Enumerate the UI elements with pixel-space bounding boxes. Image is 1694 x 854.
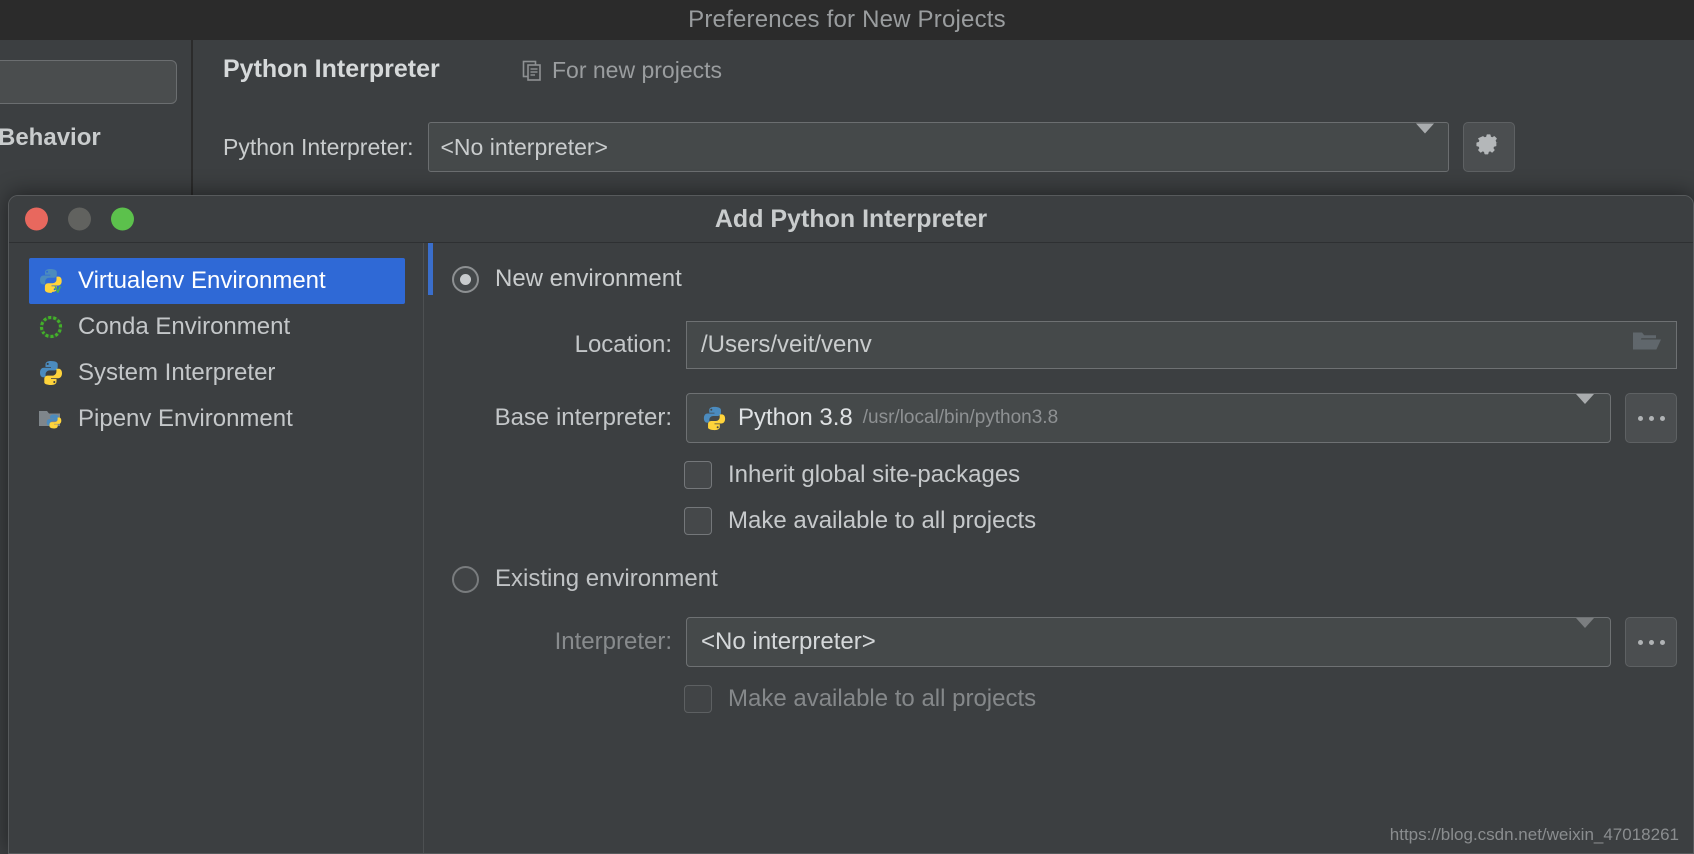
preferences-window-title: Preferences for New Projects (688, 6, 1006, 33)
scope-indicator[interactable]: For new projects (522, 57, 722, 84)
existing-make-available-all-projects-checkbox (684, 685, 712, 713)
minimize-window-button[interactable] (68, 207, 91, 231)
radio-unselected-icon (452, 565, 479, 593)
conda-icon (37, 313, 65, 341)
existing-environment-label: Existing environment (495, 565, 718, 592)
sidebar-item-label: Pipenv Environment (78, 405, 293, 432)
python-virtualenv-icon (37, 267, 65, 295)
make-available-all-projects-row[interactable]: Make available to all projects (428, 507, 1693, 535)
base-interpreter-path: /usr/local/bin/python3.8 (862, 407, 1059, 428)
sidebar-item-conda-environment[interactable]: Conda Environment (29, 304, 405, 350)
screen: Preferences for New Projects Behavior Py… (0, 0, 1694, 854)
existing-environment-radio[interactable]: Existing environment (428, 565, 1693, 593)
sidebar-item-virtualenv-environment[interactable]: Virtualenv Environment (29, 258, 405, 304)
python-icon (37, 359, 65, 387)
environment-type-list: Virtualenv Environment Conda Environment (9, 243, 424, 853)
zoom-window-button[interactable] (111, 207, 134, 231)
base-interpreter-select[interactable]: Python 3.8 /usr/local/bin/python3.8 (686, 393, 1611, 443)
sidebar-item-label: Conda Environment (78, 313, 291, 340)
radio-selected-icon (452, 265, 479, 293)
chevron-down-icon (1576, 394, 1594, 432)
location-row: Location: /Users/veit/venv (428, 321, 1693, 369)
existing-interpreter-row: Interpreter: <No interpreter> (428, 617, 1693, 667)
close-window-button[interactable] (25, 207, 48, 231)
preferences-search-input[interactable] (0, 60, 177, 104)
page-title: Python Interpreter (223, 55, 440, 83)
inherit-site-packages-row[interactable]: Inherit global site-packages (428, 461, 1693, 489)
sidebar-item-pipenv-environment[interactable]: Pipenv Environment (29, 396, 405, 442)
base-interpreter-value: Python 3.8 (738, 404, 853, 431)
base-interpreter-label: Base interpreter: (494, 404, 672, 431)
existing-make-available-all-projects-row: Make available to all projects (428, 685, 1693, 713)
copy-icon (522, 60, 543, 81)
location-label: Location: (574, 331, 672, 358)
python-interpreter-value: <No interpreter> (440, 133, 608, 160)
preferences-titlebar: Preferences for New Projects (0, 0, 1694, 40)
existing-make-available-all-projects-label: Make available to all projects (728, 685, 1037, 712)
python-interpreter-label: Python Interpreter: (223, 133, 414, 160)
chevron-down-icon (1415, 123, 1434, 161)
location-input[interactable]: /Users/veit/venv (686, 321, 1677, 369)
inherit-site-packages-label: Inherit global site-packages (728, 461, 1021, 488)
add-python-interpreter-dialog: Add Python Interpreter Virtualenv Enviro… (8, 195, 1694, 854)
focus-accent-strip (428, 243, 433, 295)
preferences-content: Python Interpreter For new projects Pyth… (195, 40, 1694, 200)
existing-interpreter-label: Interpreter: (554, 628, 672, 655)
chevron-down-icon (1576, 618, 1594, 656)
make-available-all-projects-checkbox[interactable] (684, 507, 712, 535)
folder-icon[interactable] (1632, 330, 1662, 361)
pipenv-folder-icon (37, 405, 65, 433)
interpreter-settings-button[interactable] (1462, 122, 1515, 172)
dialog-body: Virtualenv Environment Conda Environment (9, 243, 1693, 853)
python-interpreter-select[interactable]: <No interpreter> (427, 122, 1449, 172)
python-icon (701, 405, 728, 432)
location-value: /Users/veit/venv (701, 331, 872, 358)
dialog-title: Add Python Interpreter (714, 204, 988, 233)
python-interpreter-row: Python Interpreter: <No interpreter> (223, 122, 1515, 172)
sidebar-item-label: Virtualenv Environment (78, 267, 326, 294)
make-available-all-projects-label: Make available to all projects (728, 507, 1037, 534)
scope-label: For new projects (552, 57, 723, 83)
watermark: https://blog.csdn.net/weixin_47018261 (1389, 825, 1679, 844)
existing-interpreter-browse-button[interactable] (1625, 617, 1677, 667)
existing-interpreter-value: <No interpreter> (701, 628, 876, 655)
base-interpreter-row: Base interpreter: Python 3.8 /usr/local/… (428, 393, 1693, 443)
dialog-titlebar: Add Python Interpreter (9, 196, 1693, 243)
sidebar-item-system-interpreter[interactable]: System Interpreter (29, 350, 405, 396)
inherit-site-packages-checkbox[interactable] (684, 461, 712, 489)
existing-interpreter-select[interactable]: <No interpreter> (686, 617, 1611, 667)
gear-icon (1475, 132, 1502, 163)
new-environment-radio[interactable]: New environment (428, 265, 1693, 293)
environment-settings-panel: New environment Location: /Users/veit/ve… (424, 243, 1693, 853)
window-controls (25, 207, 134, 231)
sidebar-item-appearance-behavior[interactable]: Behavior (0, 124, 101, 152)
sidebar-item-label: System Interpreter (78, 359, 276, 386)
preferences-sidebar: Behavior (0, 40, 193, 200)
new-environment-label: New environment (495, 265, 682, 292)
base-interpreter-browse-button[interactable] (1625, 393, 1677, 443)
